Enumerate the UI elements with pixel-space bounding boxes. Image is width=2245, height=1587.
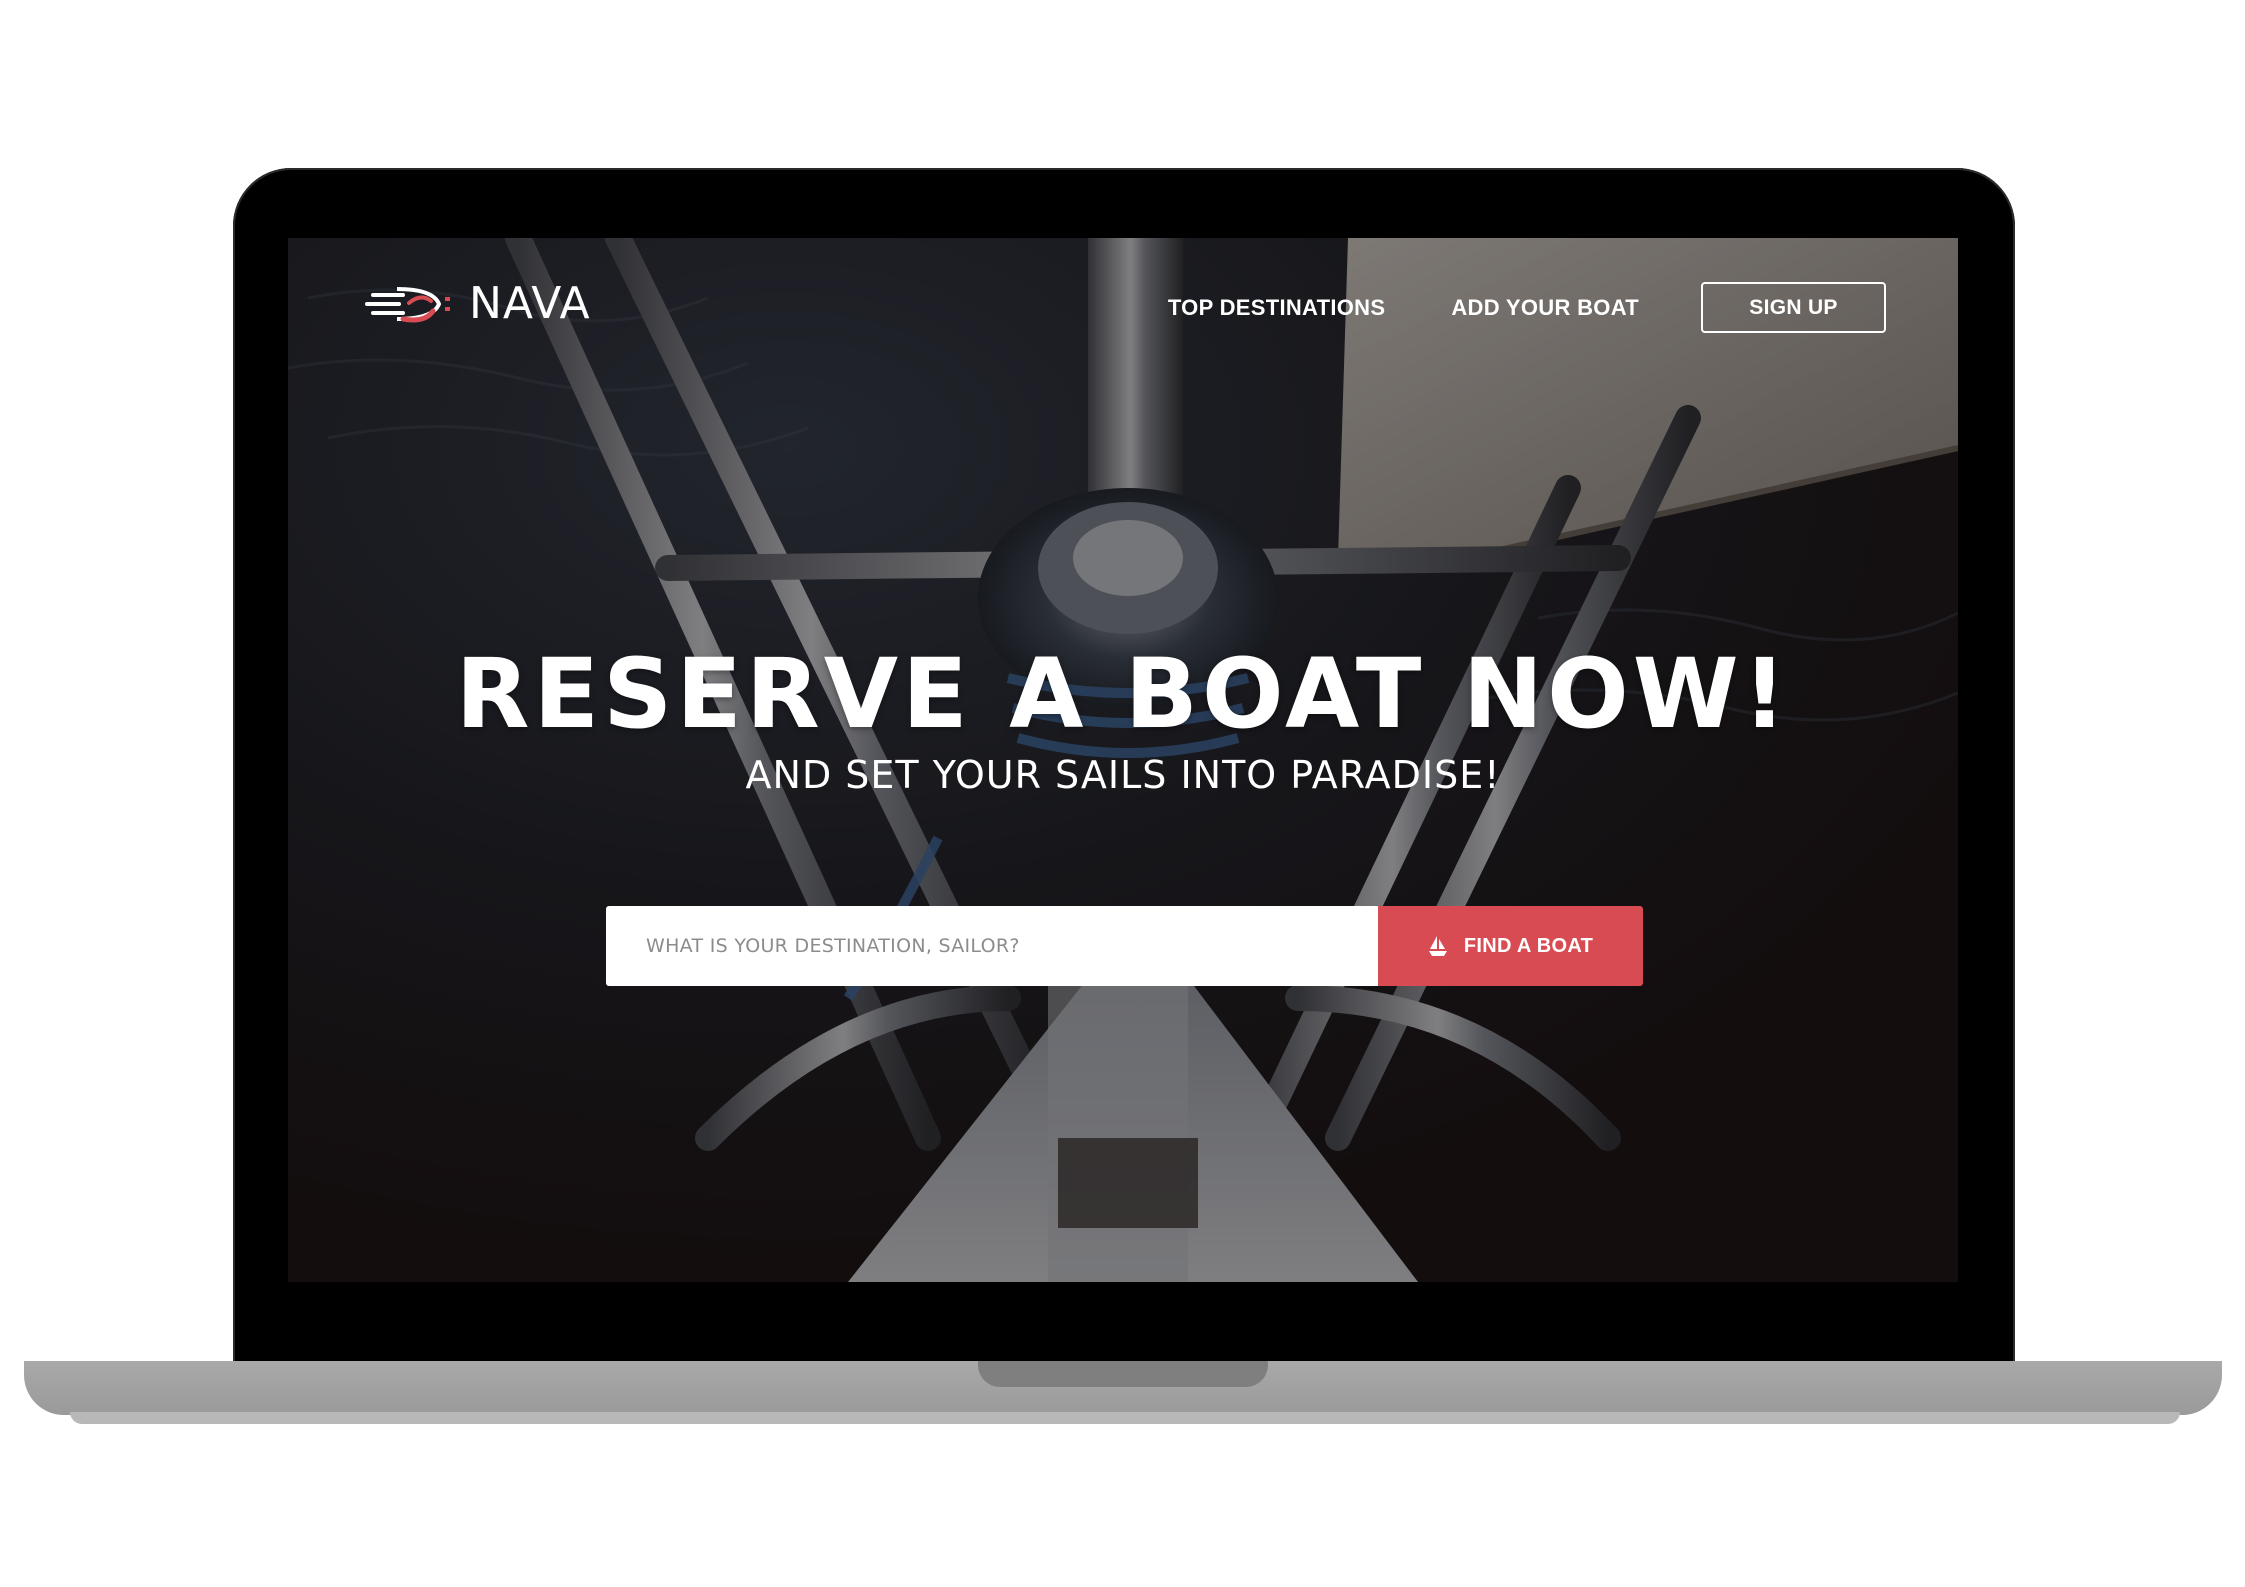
browser-viewport: NAVA TOP DESTINATIONS ADD YOUR BOAT SIGN… [288, 238, 1958, 1282]
find-a-boat-label: FIND A BOAT [1463, 934, 1594, 957]
sign-up-button[interactable]: SIGN UP [1701, 282, 1886, 333]
nav-link-add-your-boat[interactable]: ADD YOUR BOAT [1451, 295, 1639, 321]
brand-name: NAVA [469, 278, 591, 329]
hero-subheadline: AND SET YOUR SAILS INTO PARADISE! [745, 753, 1501, 797]
nav-link-top-destinations[interactable]: TOP DESTINATIONS [1168, 295, 1386, 321]
hero-headline: RESERVE A BOAT NOW! [455, 638, 1791, 750]
boat-logo-icon [365, 286, 450, 322]
destination-search-input[interactable] [606, 906, 1378, 986]
destination-search-bar: FIND A BOAT [606, 906, 1643, 986]
sailboat-icon [1428, 936, 1447, 956]
mockup-stage: NAVA TOP DESTINATIONS ADD YOUR BOAT SIGN… [0, 0, 2245, 1587]
top-navigation: TOP DESTINATIONS ADD YOUR BOAT SIGN UP [1168, 282, 1886, 333]
laptop-notch [978, 1361, 1268, 1387]
brand-logo[interactable]: NAVA [363, 278, 591, 329]
find-a-boat-button[interactable]: FIND A BOAT [1378, 906, 1643, 986]
laptop-base-lip [70, 1412, 2180, 1424]
